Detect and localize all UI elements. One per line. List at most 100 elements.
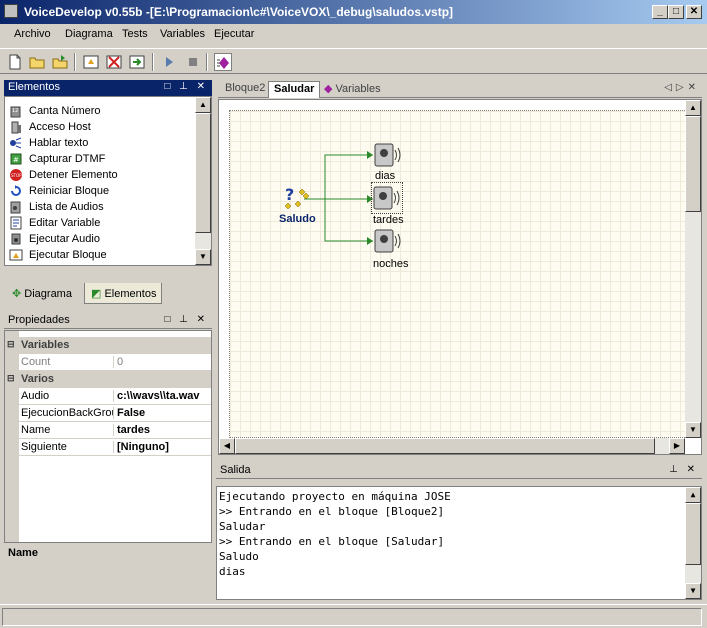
document-tabs: Bloque2 Saludar ◆ Variables ◁▷✕ <box>218 80 702 98</box>
delete-block-icon[interactable] <box>105 53 123 71</box>
scroll-down-button[interactable]: ▼ <box>195 249 211 265</box>
ejecutar-audio-icon <box>9 232 23 246</box>
open-folder-icon[interactable] <box>28 53 46 71</box>
property-name: Siguiente <box>21 441 67 453</box>
scroll-up-button[interactable]: ▲ <box>685 487 701 503</box>
speaker-icon[interactable] <box>373 140 403 168</box>
open-project-icon[interactable] <box>51 53 69 71</box>
list-item-label: Ejecutar Audio <box>29 232 100 245</box>
list-item[interactable]: STOP Detener Elemento <box>9 168 118 184</box>
scroll-down-button[interactable]: ▼ <box>685 422 701 438</box>
list-item[interactable]: Editar Variable <box>9 216 100 232</box>
property-value[interactable]: [Ninguno] <box>113 441 211 453</box>
canvas-vscrollbar[interactable]: ▲ ▼ <box>685 100 701 438</box>
canvas-hscrollbar[interactable]: ◀ ▶ <box>219 438 685 454</box>
propiedades-panel-header: Propiedades □ ⊥ ✕ <box>4 313 212 329</box>
scroll-thumb[interactable] <box>195 113 211 233</box>
scroll-thumb[interactable] <box>685 116 701 212</box>
menu-variables[interactable]: Variables <box>160 28 205 40</box>
menu-archivo[interactable]: Archivo <box>14 28 51 40</box>
collapse-icon[interactable]: ⊟ <box>7 373 15 384</box>
diagram-canvas[interactable]: ? Saludo dias tardes noches ▲ ▼ ◀ ▶ <box>218 99 702 455</box>
speaker-icon-selected[interactable] <box>371 182 403 214</box>
output-line: Ejecutando proyecto en máquina JOSE <box>219 490 451 503</box>
list-item[interactable]: Reiniciar Bloque <box>9 184 109 200</box>
propiedades-title: Propiedades <box>8 314 70 326</box>
new-file-icon[interactable] <box>6 53 24 71</box>
property-category[interactable]: ⊟ Variables <box>5 337 211 354</box>
menu-tests[interactable]: Tests <box>122 28 148 40</box>
output-line: >> Entrando en el bloque [Saludar] <box>219 535 445 548</box>
list-item[interactable]: Ejecutar Audio <box>9 232 100 248</box>
property-value[interactable]: c:\\wavs\\ta.wav <box>113 390 211 402</box>
property-value[interactable]: 0 <box>113 356 211 368</box>
lista-audios-icon <box>9 200 23 214</box>
property-name: EjecucionBackGround <box>21 407 113 419</box>
canta-numero-icon: 12 <box>9 104 23 118</box>
app-icon[interactable] <box>4 4 18 18</box>
panel-buttons[interactable]: □ ⊥ ✕ <box>164 314 208 325</box>
output-line: Saludar <box>219 520 266 533</box>
list-item[interactable]: 12 Canta Número <box>9 104 101 120</box>
property-row[interactable]: EjecucionBackGround False <box>5 405 211 422</box>
block-icon[interactable] <box>82 53 100 71</box>
output-scrollbar[interactable]: ▲ ▼ <box>685 487 701 599</box>
maximize-button[interactable]: □ <box>668 5 684 19</box>
property-value[interactable]: tardes <box>113 424 211 436</box>
property-category[interactable]: ⊟ Varios <box>5 371 211 388</box>
window-title: VoiceDevelop v0.55b -[E:\Programacion\c#… <box>24 5 454 19</box>
title-bar: VoiceDevelop v0.55b -[E:\Programacion\c#… <box>0 0 707 24</box>
scroll-thumb[interactable] <box>235 438 655 454</box>
tab-nav-buttons[interactable]: ◁▷✕ <box>664 82 700 93</box>
list-item[interactable]: Acceso Host <box>9 120 91 136</box>
panel-buttons[interactable]: ⊥ ✕ <box>669 464 698 475</box>
menu-ejecutar[interactable]: Ejecutar <box>214 28 254 40</box>
export-icon[interactable] <box>128 53 146 71</box>
list-item[interactable]: Hablar texto <box>9 136 88 152</box>
run-icon[interactable] <box>160 53 178 71</box>
saludo-node-icon[interactable]: ? <box>281 184 311 214</box>
property-row[interactable]: Audio c:\\wavs\\ta.wav <box>5 388 211 405</box>
panel-buttons[interactable]: □ ⊥ ✕ <box>164 81 208 92</box>
property-value[interactable]: False <box>113 407 211 419</box>
svg-text:12: 12 <box>12 108 18 114</box>
list-item-label: Lista de Audios <box>29 200 104 213</box>
scroll-down-button[interactable]: ▼ <box>685 583 701 599</box>
scroll-up-button[interactable]: ▲ <box>195 97 211 113</box>
tardes-node-label: tardes <box>373 214 404 226</box>
tab-variables[interactable]: ◆ Variables <box>322 81 386 98</box>
list-item[interactable]: Lista de Audios <box>9 200 104 216</box>
property-row[interactable]: Siguiente [Ninguno] <box>5 439 211 456</box>
capturar-dtmf-icon: # <box>9 152 23 166</box>
scroll-up-button[interactable]: ▲ <box>685 100 701 116</box>
toolbar-separator <box>152 53 154 71</box>
list-item-label: Hablar texto <box>29 136 89 149</box>
variables-icon[interactable] <box>214 53 232 71</box>
elementos-title: Elementos <box>8 81 60 93</box>
stop-icon: STOP <box>9 168 23 182</box>
tab-elementos[interactable]: ◩ Elementos <box>84 283 162 304</box>
list-item-label: Detener Elemento <box>29 168 118 181</box>
elementos-scrollbar[interactable]: ▲ ▼ <box>195 97 211 265</box>
minimize-button[interactable]: _ <box>652 5 668 19</box>
property-row[interactable]: Count 0 <box>5 354 211 371</box>
property-row[interactable]: Name tardes <box>5 422 211 439</box>
scroll-right-button[interactable]: ▶ <box>669 438 685 454</box>
list-item[interactable]: # Capturar DTMF <box>9 152 105 168</box>
output-line: dias <box>219 565 246 578</box>
close-button[interactable]: ✕ <box>686 5 702 19</box>
collapse-icon[interactable]: ⊟ <box>7 339 15 350</box>
tab-label: Elementos <box>104 288 157 300</box>
stop-icon[interactable] <box>184 53 202 71</box>
elementos-panel-header: Elementos □ ⊥ ✕ <box>4 80 212 96</box>
scroll-thumb[interactable] <box>685 503 701 565</box>
output-console[interactable]: Ejecutando proyecto en máquina JOSE >> E… <box>216 486 702 600</box>
menu-diagrama[interactable]: Diagrama <box>65 28 113 40</box>
tab-saludar[interactable]: Saludar <box>268 81 321 98</box>
tab-diagrama[interactable]: ✥ Diagrama <box>6 283 84 304</box>
scroll-left-button[interactable]: ◀ <box>219 438 235 454</box>
list-item[interactable]: Ejecutar Bloque <box>9 248 107 264</box>
speaker-icon[interactable] <box>373 226 403 254</box>
hablar-texto-icon <box>9 136 23 150</box>
tab-bloque2[interactable]: Bloque2 <box>220 81 270 98</box>
